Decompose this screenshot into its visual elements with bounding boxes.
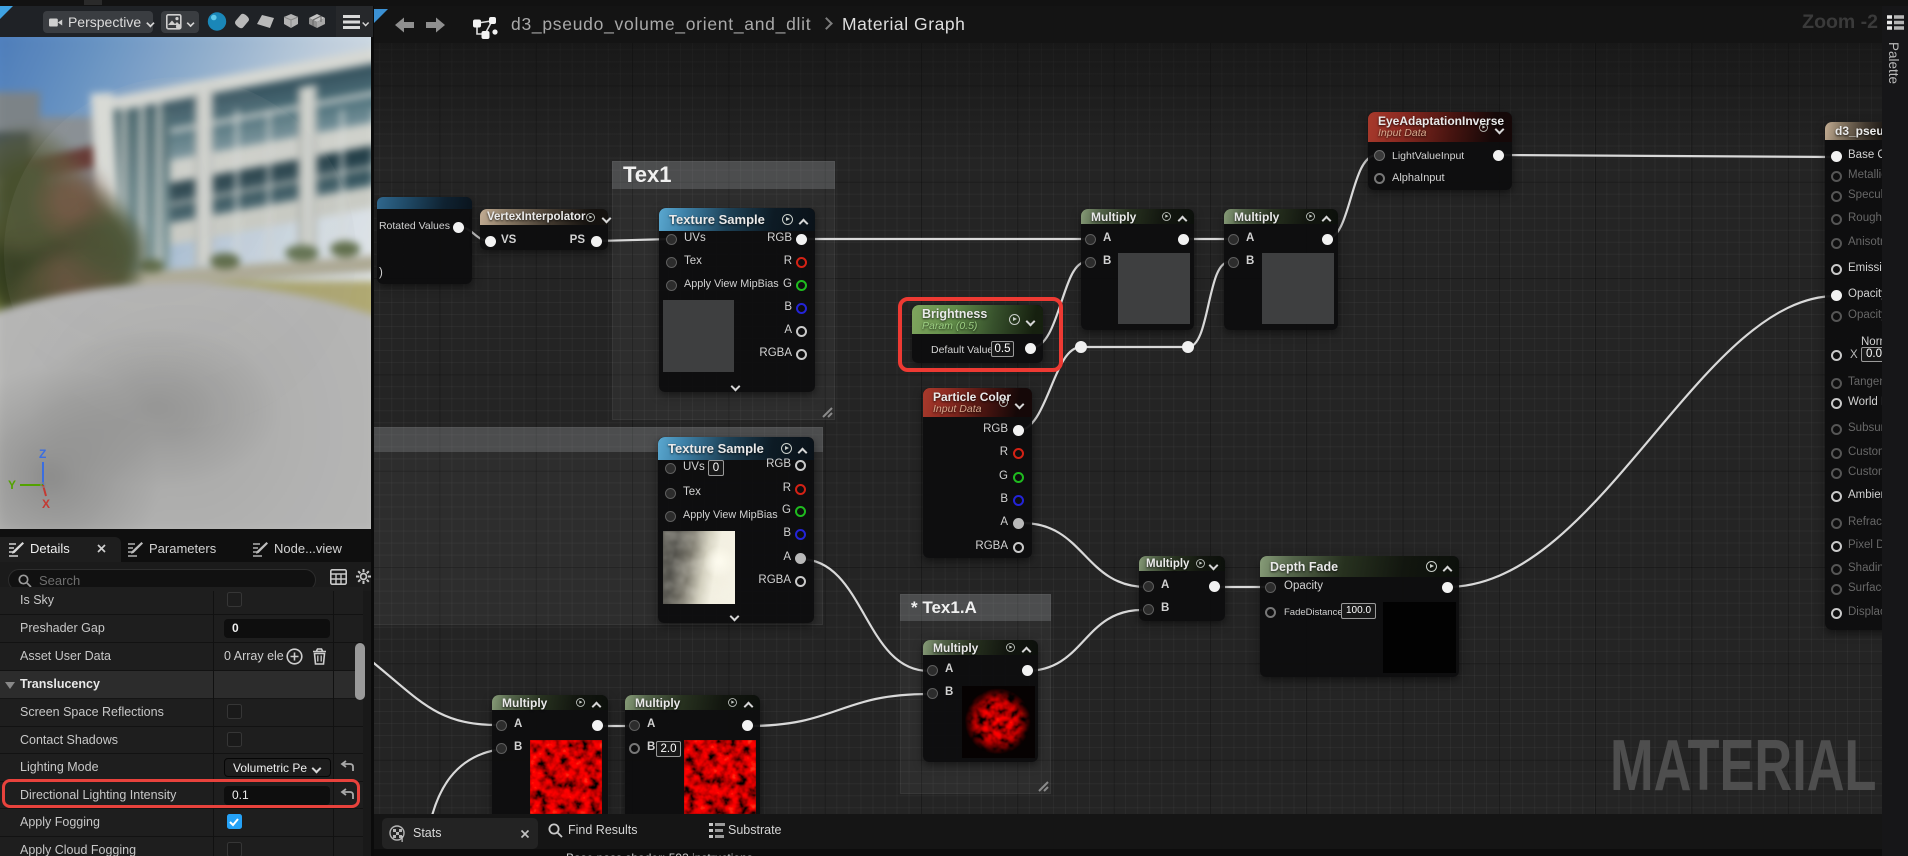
svg-text:i: i (401, 835, 403, 843)
svg-text:Y: Y (8, 478, 16, 492)
svg-text:X: X (42, 497, 50, 511)
svg-text:Z: Z (39, 447, 46, 461)
